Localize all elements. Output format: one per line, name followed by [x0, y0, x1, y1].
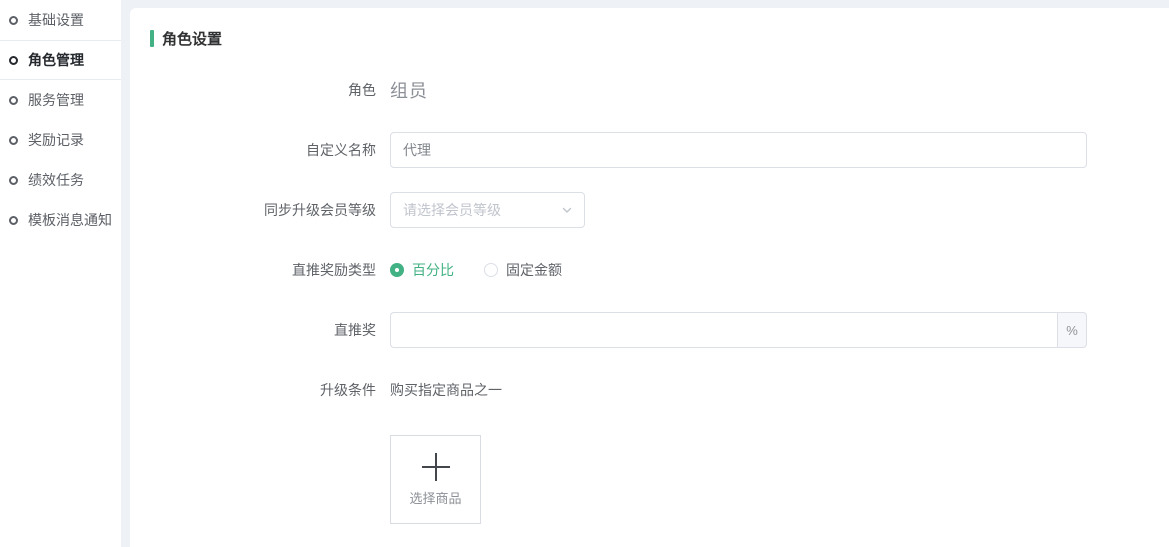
- sidebar-item-reward-records[interactable]: 奖励记录: [0, 120, 121, 160]
- sidebar-item-basic-settings[interactable]: 基础设置: [0, 0, 121, 40]
- page-title: 角色设置: [162, 28, 222, 49]
- sidebar-item-label: 绩效任务: [28, 170, 84, 190]
- sidebar-item-service-management[interactable]: 服务管理: [0, 80, 121, 120]
- circle-icon: [9, 96, 18, 105]
- form-row-product-picker: 选择商品: [150, 435, 1149, 524]
- custom-name-label: 自定义名称: [150, 140, 376, 160]
- form-row-sync-level: 同步升级会员等级 请选择会员等级: [150, 180, 1149, 240]
- circle-icon: [9, 176, 18, 185]
- title-accent-bar: [150, 30, 154, 47]
- role-settings-form: 角色 组员 自定义名称 同步升级会员等级 请选择会员等级: [150, 60, 1149, 524]
- custom-name-input[interactable]: [390, 132, 1087, 168]
- form-row-role: 角色 组员: [150, 60, 1149, 120]
- sync-level-label: 同步升级会员等级: [150, 200, 376, 220]
- role-value: 组员: [390, 77, 428, 103]
- sidebar-item-template-message-notification[interactable]: 模板消息通知: [0, 200, 121, 240]
- circle-icon: [9, 216, 18, 225]
- chevron-down-icon: [561, 204, 573, 216]
- percent-suffix: %: [1057, 312, 1087, 348]
- select-product-button[interactable]: 选择商品: [390, 435, 481, 524]
- radio-unselected-icon: [484, 263, 498, 277]
- select-placeholder: 请选择会员等级: [403, 200, 501, 220]
- select-product-label: 选择商品: [409, 488, 461, 507]
- sidebar-item-label: 基础设置: [28, 10, 84, 30]
- sidebar-item-label: 角色管理: [28, 50, 84, 70]
- sidebar-item-label: 服务管理: [28, 90, 84, 110]
- form-row-reward-type: 直推奖励类型 百分比 固定金额: [150, 240, 1149, 300]
- circle-icon: [9, 136, 18, 145]
- reward-type-label: 直推奖励类型: [150, 260, 376, 280]
- upgrade-condition-value: 购买指定商品之一: [390, 380, 502, 400]
- circle-icon: [9, 56, 18, 65]
- radio-percentage[interactable]: 百分比: [390, 260, 454, 280]
- app-layout: 基础设置 角色管理 服务管理 奖励记录 绩效任务 模板消息通知 角色设置: [0, 0, 1169, 547]
- form-row-direct-reward: 直推奖 %: [150, 300, 1149, 360]
- direct-reward-input[interactable]: [390, 312, 1057, 348]
- main-area: 角色设置 角色 组员 自定义名称 同步升级会员等级 请选择会员等级: [121, 0, 1169, 547]
- role-settings-card: 角色设置 角色 组员 自定义名称 同步升级会员等级 请选择会员等级: [130, 8, 1169, 547]
- section-title: 角色设置: [150, 28, 1149, 49]
- plus-icon: [421, 452, 451, 482]
- radio-fixed-amount[interactable]: 固定金额: [484, 260, 562, 280]
- radio-selected-icon: [390, 263, 404, 277]
- sidebar-item-label: 模板消息通知: [28, 210, 112, 230]
- member-level-select[interactable]: 请选择会员等级: [390, 192, 585, 228]
- radio-label: 固定金额: [506, 260, 562, 280]
- circle-icon: [9, 16, 18, 25]
- radio-label: 百分比: [412, 260, 454, 280]
- form-row-custom-name: 自定义名称: [150, 120, 1149, 180]
- reward-type-radio-group: 百分比 固定金额: [390, 260, 562, 280]
- sidebar-item-label: 奖励记录: [28, 130, 84, 150]
- upgrade-condition-label: 升级条件: [150, 380, 376, 400]
- direct-reward-input-group: %: [390, 312, 1087, 348]
- form-row-upgrade-condition: 升级条件 购买指定商品之一: [150, 360, 1149, 420]
- sidebar: 基础设置 角色管理 服务管理 奖励记录 绩效任务 模板消息通知: [0, 0, 121, 547]
- direct-reward-label: 直推奖: [150, 320, 376, 340]
- sidebar-item-role-management[interactable]: 角色管理: [0, 40, 121, 80]
- role-label: 角色: [150, 80, 376, 100]
- sidebar-item-performance-tasks[interactable]: 绩效任务: [0, 160, 121, 200]
